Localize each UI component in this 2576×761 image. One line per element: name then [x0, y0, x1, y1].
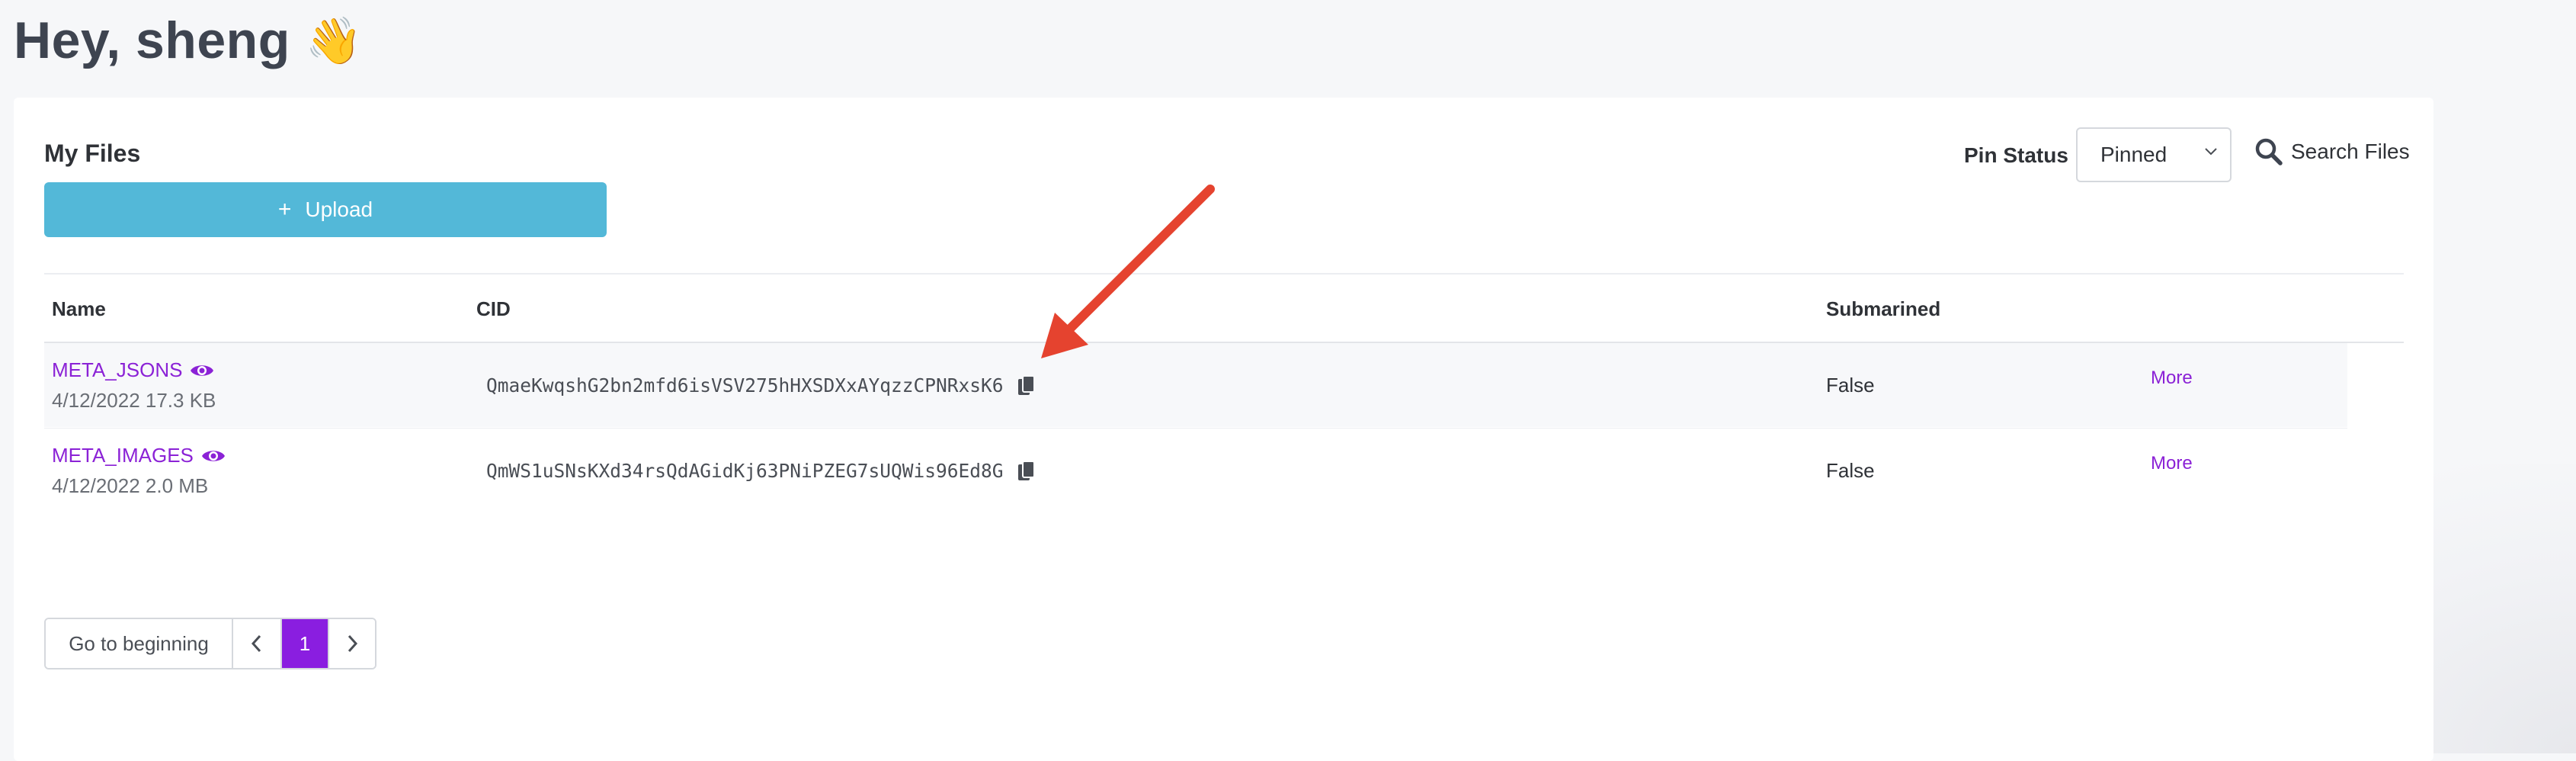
search-icon: [2255, 138, 2283, 165]
eye-icon[interactable]: [190, 362, 214, 379]
chevron-left-icon: [251, 634, 261, 653]
submarined-value: False: [1826, 459, 1875, 482]
cid-cell: QmWS1uSNsKXd34rsQdAGidKj63PNiPZEG7sUQWis…: [486, 460, 1036, 482]
column-header-submarined: Submarined: [1826, 297, 1941, 320]
table-row: META_IMAGES 4/12/2022 2.0 MB QmWS1uSNsKX…: [44, 429, 2347, 512]
file-name-link[interactable]: META_IMAGES: [52, 444, 226, 467]
file-meta: 4/12/2022 2.0 MB: [52, 474, 209, 497]
file-name: META_JSONS: [52, 358, 183, 381]
copy-icon[interactable]: [1017, 460, 1036, 482]
go-to-beginning-button[interactable]: Go to beginning: [46, 619, 232, 668]
next-page-button[interactable]: [328, 619, 375, 668]
cid-cell: QmaeKwqshG2bn2mfd6isVSV275hHXSDXxAYqzzCP…: [486, 374, 1036, 397]
cid-value: QmWS1uSNsKXd34rsQdAGidKj63PNiPZEG7sUQWis…: [486, 460, 1004, 482]
upload-button[interactable]: + Upload: [44, 182, 607, 237]
more-link[interactable]: More: [2151, 453, 2193, 474]
search-files-button[interactable]: Search Files: [2254, 137, 2410, 166]
pin-status-select[interactable]: Pinned: [2076, 127, 2232, 182]
pagination: Go to beginning 1: [44, 618, 376, 669]
copy-icon[interactable]: [1017, 374, 1036, 397]
cid-value: QmaeKwqshG2bn2mfd6isVSV275hHXSDXxAYqzzCP…: [486, 374, 1004, 397]
pin-status-value: Pinned: [2100, 143, 2167, 166]
eye-icon[interactable]: [201, 448, 226, 464]
file-name: META_IMAGES: [52, 444, 194, 467]
upload-label: Upload: [305, 197, 373, 221]
page-number-button[interactable]: 1: [280, 619, 328, 668]
search-files-label: Search Files: [2291, 140, 2410, 163]
submarined-value: False: [1826, 374, 1875, 397]
table-row: META_JSONS 4/12/2022 17.3 KB QmaeKwqshG2…: [44, 343, 2347, 427]
previous-page-button[interactable]: [232, 619, 280, 668]
page-greeting: Hey, sheng 👋: [14, 11, 363, 70]
column-header-name: Name: [52, 297, 106, 320]
plus-icon: +: [277, 197, 292, 222]
pin-status-label: Pin Status: [1964, 143, 2068, 167]
chevron-down-icon: [2205, 148, 2217, 156]
more-link[interactable]: More: [2151, 368, 2193, 389]
column-header-cid: CID: [476, 297, 511, 320]
greeting-text: Hey, sheng: [14, 11, 290, 69]
file-meta: 4/12/2022 17.3 KB: [52, 389, 216, 412]
chevron-right-icon: [348, 634, 358, 653]
divider: [44, 273, 2404, 275]
wave-emoji-icon: 👋: [305, 14, 363, 66]
my-files-title: My Files: [44, 140, 141, 167]
file-name-link[interactable]: META_JSONS: [52, 358, 214, 382]
